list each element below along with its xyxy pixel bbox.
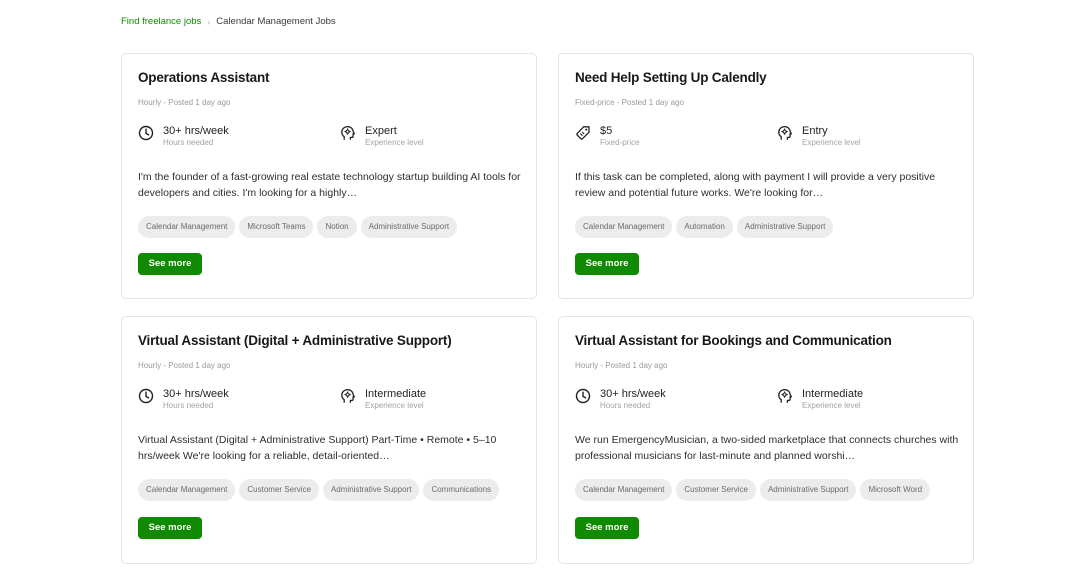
skill-tag[interactable]: Customer Service <box>239 479 319 501</box>
experience-icon <box>340 125 356 141</box>
skill-tag[interactable]: Microsoft Word <box>860 479 931 501</box>
job-description: We run EmergencyMusician, a two-sided ma… <box>575 434 959 462</box>
job-description: Virtual Assistant (Digital + Administrat… <box>138 434 497 462</box>
job-card[interactable]: Virtual Assistant for Bookings and Commu… <box>558 316 974 564</box>
job-title[interactable]: Need Help Setting Up Calendly <box>575 70 767 85</box>
job-card[interactable]: Virtual Assistant (Digital + Administrat… <box>121 316 537 564</box>
experience-icon <box>340 388 356 404</box>
job-meta: Hourly - Posted 1 day ago <box>138 98 231 107</box>
breadcrumb-current: Calendar Management Jobs <box>216 16 336 27</box>
skill-tag[interactable]: Calendar Management <box>138 216 236 238</box>
skill-tag[interactable]: Notion <box>317 216 357 238</box>
clock-icon <box>138 388 154 404</box>
see-more-button[interactable]: See more <box>575 253 639 275</box>
skill-tag[interactable]: Calendar Management <box>575 479 673 501</box>
skill-tag[interactable]: Administrative Support <box>736 216 834 238</box>
skill-tags: Calendar Management Customer Service Admin… <box>575 479 931 501</box>
skill-tags: Calendar Management Customer Service Admin… <box>138 479 500 501</box>
stat-value: Expert <box>365 125 397 137</box>
see-more-button[interactable]: See more <box>138 253 202 275</box>
job-card[interactable]: Operations Assistant Hourly - Posted 1 d… <box>121 53 537 299</box>
skill-tags: Calendar Management Automation Administrat… <box>575 216 834 238</box>
job-stat-experience: Entry Experience level <box>777 124 861 148</box>
skill-tag[interactable]: Calendar Management <box>575 216 673 238</box>
job-meta: Hourly - Posted 1 day ago <box>575 361 668 370</box>
stat-value: Entry <box>802 125 828 137</box>
job-stat-experience: Intermediate Experience level <box>777 387 863 411</box>
job-title[interactable]: Virtual Assistant for Bookings and Commu… <box>575 333 892 348</box>
skill-tag[interactable]: Microsoft Teams <box>239 216 314 238</box>
experience-icon <box>777 388 793 404</box>
skill-tag[interactable]: Calendar Management <box>138 479 236 501</box>
stat-label: Hours needed <box>163 401 214 410</box>
stat-label: Hours needed <box>163 138 214 147</box>
stat-value: 30+ hrs/week <box>600 388 666 400</box>
skill-tag[interactable]: Administrative Support <box>759 479 857 501</box>
stat-value: 30+ hrs/week <box>163 388 229 400</box>
skill-tag[interactable]: Communications <box>423 479 500 501</box>
see-more-button[interactable]: See more <box>138 517 202 539</box>
price-tag-icon <box>575 125 591 141</box>
job-meta: Fixed-price - Posted 1 day ago <box>575 98 684 107</box>
clock-icon <box>138 125 154 141</box>
job-stat-primary: $5 Fixed-price <box>575 124 640 148</box>
breadcrumb: Find freelance jobs › Calendar Managemen… <box>121 16 336 27</box>
skill-tag[interactable]: Administrative Support <box>322 479 420 501</box>
experience-icon <box>777 125 793 141</box>
skill-tag[interactable]: Automation <box>676 216 733 238</box>
job-stat-experience: Expert Experience level <box>340 124 424 148</box>
job-stat-experience: Intermediate Experience level <box>340 387 426 411</box>
stat-label: Hours needed <box>600 401 651 410</box>
clock-icon <box>575 388 591 404</box>
skill-tag[interactable]: Customer Service <box>676 479 756 501</box>
stat-label: Experience level <box>365 138 424 147</box>
stat-label: Fixed-price <box>600 138 640 147</box>
stat-value: Intermediate <box>365 388 427 400</box>
job-meta: Hourly - Posted 1 day ago <box>138 361 231 370</box>
stat-label: Experience level <box>365 401 424 410</box>
job-stat-primary: 30+ hrs/week Hours needed <box>138 124 229 148</box>
stat-value: $5 <box>600 125 613 137</box>
stat-label: Experience level <box>802 401 861 410</box>
job-description: If this task can be completed, along wit… <box>575 171 936 199</box>
job-stat-primary: 30+ hrs/week Hours needed <box>138 387 229 411</box>
job-description: I'm the founder of a fast-growing real e… <box>138 171 521 199</box>
skill-tags: Calendar Management Microsoft Teams Notion… <box>138 216 458 238</box>
stat-value: 30+ hrs/week <box>163 125 229 137</box>
skill-tag[interactable]: Administrative Support <box>360 216 458 238</box>
breadcrumb-separator: › <box>207 16 211 27</box>
job-title[interactable]: Virtual Assistant (Digital + Administrat… <box>138 333 452 348</box>
job-card[interactable]: Need Help Setting Up Calendly Fixed-pric… <box>558 53 974 299</box>
breadcrumb-link-find-freelance-jobs[interactable]: Find freelance jobs <box>121 16 201 27</box>
job-stat-primary: 30+ hrs/week Hours needed <box>575 387 666 411</box>
job-title[interactable]: Operations Assistant <box>138 70 269 85</box>
stat-value: Intermediate <box>802 388 864 400</box>
stat-label: Experience level <box>802 138 861 147</box>
see-more-button[interactable]: See more <box>575 517 639 539</box>
